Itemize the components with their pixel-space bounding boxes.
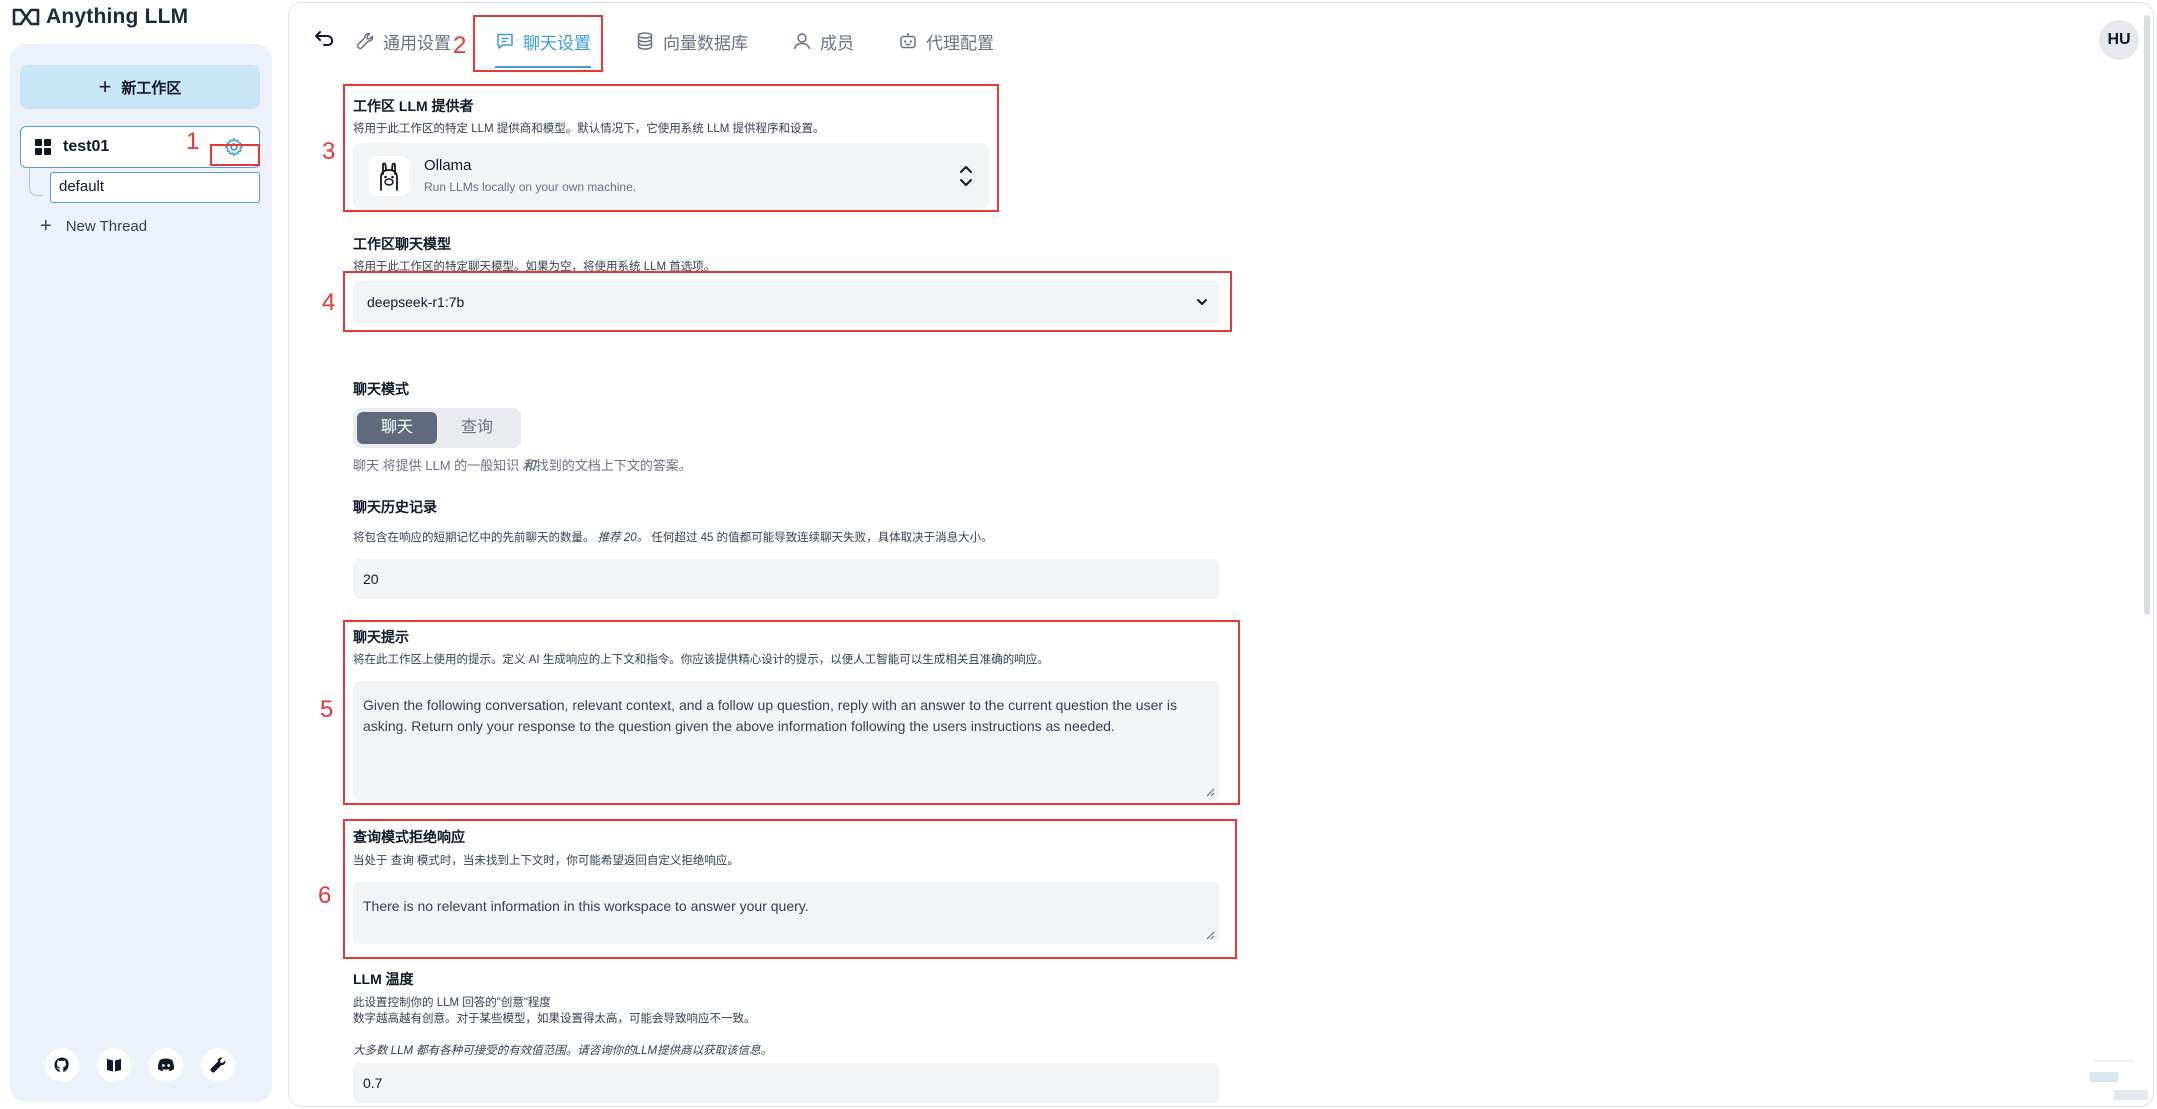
anythingllm-logo-icon bbox=[12, 8, 40, 26]
database-icon bbox=[637, 32, 653, 50]
chat-mode-description: 聊天 将提供 LLM 的一般知识 和找到的文档上下文的答案。 bbox=[353, 455, 692, 474]
chat-mode-toggle: 聊天 查询 bbox=[353, 408, 521, 448]
chat-mode-query-option[interactable]: 查询 bbox=[437, 412, 517, 444]
github-icon[interactable] bbox=[45, 1048, 79, 1082]
annotation-number-1: 1 bbox=[186, 128, 200, 155]
chat-mode-label: 聊天模式 bbox=[353, 381, 409, 397]
docs-book-icon[interactable] bbox=[97, 1048, 131, 1082]
model-label: 工作区聊天模型 bbox=[353, 236, 451, 252]
tab-label: 代理配置 bbox=[926, 33, 994, 53]
annotation-number-3: 3 bbox=[322, 138, 336, 165]
new-thread-label: New Thread bbox=[65, 217, 148, 235]
chat-mode-desc-suffix: 找到的文档上下文的答案。 bbox=[535, 458, 692, 473]
corner-thumbnail-icon bbox=[2090, 1060, 2148, 1100]
back-arrow-icon[interactable] bbox=[313, 27, 335, 49]
annotation-box-3 bbox=[343, 84, 999, 212]
history-desc-b: 任何超过 45 的值都可能导致连续聊天失败，具体取决于消息大小。 bbox=[648, 532, 993, 544]
tab-label: 成员 bbox=[820, 33, 854, 53]
history-desc-emphasis: 推荐 20。 bbox=[597, 532, 649, 544]
chat-mode-chat-option[interactable]: 聊天 bbox=[357, 412, 437, 444]
history-description: 将包含在响应的短期记忆中的先前聊天的数量。 推荐 20。 任何超过 45 的值都… bbox=[353, 529, 993, 545]
temperature-label: LLM 温度 bbox=[353, 971, 414, 987]
plus-icon: + bbox=[98, 74, 112, 99]
temperature-input[interactable]: 0.7 bbox=[353, 1063, 1219, 1103]
temperature-description-1: 此设置控制你的 LLM 回答的"创意"程度 bbox=[353, 997, 551, 1009]
chat-mode-desc-prefix: 聊天 bbox=[353, 458, 380, 473]
tab-label: 通用设置 bbox=[383, 33, 451, 53]
annotation-box-1 bbox=[210, 144, 260, 166]
annotation-box-4 bbox=[343, 271, 1232, 332]
workspace-name: test01 bbox=[63, 138, 110, 155]
history-desc-a: 将包含在响应的短期记忆中的先前聊天的数量。 bbox=[353, 532, 598, 544]
chat-mode-desc-mid: 将提供 LLM 的一般知识 bbox=[379, 458, 523, 473]
annotation-box-6 bbox=[343, 819, 1237, 959]
annotation-box-2 bbox=[473, 15, 603, 72]
chat-mode-desc-emphasis: 和 bbox=[522, 458, 536, 473]
annotation-number-2: 2 bbox=[453, 32, 467, 59]
plus-icon: + bbox=[40, 215, 52, 237]
history-count-input[interactable]: 20 bbox=[353, 559, 1219, 599]
discord-icon[interactable] bbox=[149, 1048, 183, 1082]
annotation-number-6: 6 bbox=[318, 882, 332, 909]
wrench-icon[interactable] bbox=[201, 1048, 235, 1082]
tab-label: 向量数据库 bbox=[663, 33, 748, 53]
sidebar-footer bbox=[45, 1048, 235, 1082]
tab-agent-config[interactable]: 代理配置 bbox=[898, 17, 994, 65]
thread-item-default[interactable]: default bbox=[50, 172, 260, 203]
annotation-box-5 bbox=[343, 620, 1240, 805]
new-workspace-button[interactable]: + 新工作区 bbox=[20, 65, 260, 109]
robot-icon bbox=[900, 33, 916, 49]
tab-members[interactable]: 成员 bbox=[792, 17, 854, 65]
new-workspace-label: 新工作区 bbox=[121, 79, 182, 97]
tab-general-settings[interactable]: 通用设置 bbox=[355, 17, 451, 65]
wrench-icon bbox=[356, 32, 374, 50]
new-thread-button[interactable]: + New Thread bbox=[40, 216, 147, 236]
user-avatar[interactable]: HU bbox=[2099, 20, 2139, 60]
temperature-note: 大多数 LLM 都有各种可接受的有效值范围。请咨询你的LLM提供商以获取该信息。 bbox=[353, 1045, 773, 1057]
temperature-description-2: 数字越高越有创意。对于某些模型，如果设置得太高，可能会导致响应不一致。 bbox=[353, 1013, 756, 1025]
annotation-number-5: 5 bbox=[320, 696, 334, 723]
thread-connector bbox=[29, 168, 43, 196]
brand-name: Anything LLM bbox=[46, 5, 189, 28]
scrollbar[interactable] bbox=[2144, 15, 2150, 615]
sidebar: + 新工作区 test01 default + New Thread bbox=[10, 44, 272, 1102]
brand-logo: Anything LLM bbox=[12, 2, 188, 32]
user-icon bbox=[793, 33, 811, 50]
workspace-grid-icon bbox=[35, 139, 51, 155]
history-label: 聊天历史记录 bbox=[353, 499, 437, 515]
tab-vector-database[interactable]: 向量数据库 bbox=[635, 17, 748, 65]
annotation-number-4: 4 bbox=[322, 289, 336, 316]
settings-tabs: 通用设置 聊天设置 向量数据库 成员 代理配置 bbox=[355, 17, 994, 69]
